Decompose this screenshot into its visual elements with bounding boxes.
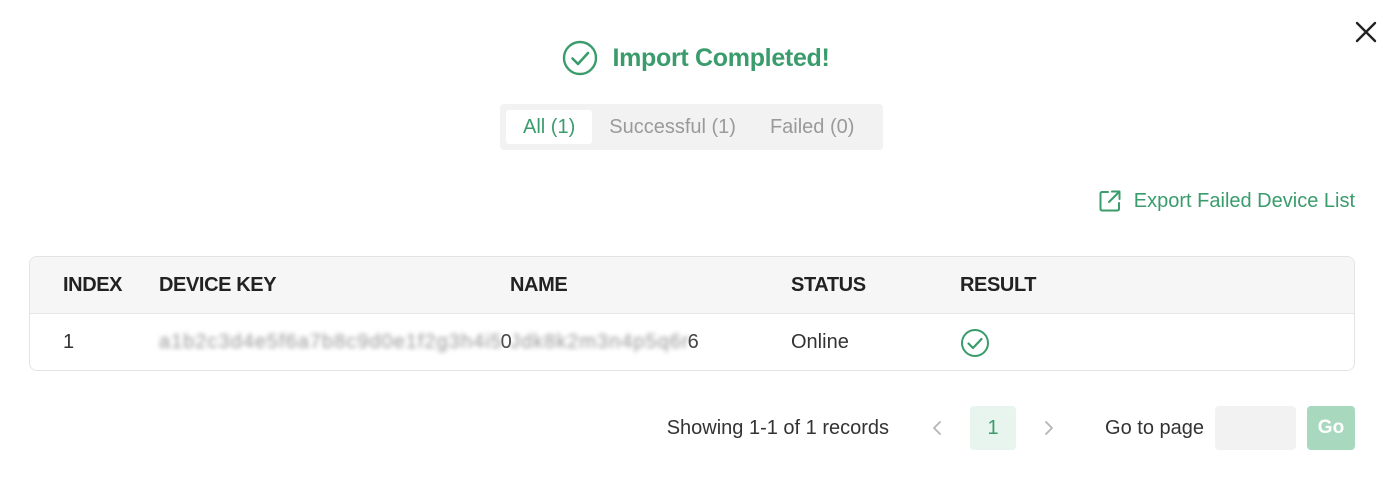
next-page-button[interactable] — [1029, 406, 1069, 450]
go-button[interactable]: Go — [1307, 406, 1355, 450]
cell-device-key: a1b2c3d4e5f6a7b8c9d0e1f2g3h4i5 0 — [159, 314, 512, 370]
export-link-label: Export Failed Device List — [1133, 189, 1355, 212]
check-circle-icon — [563, 40, 598, 76]
name-redacted: Jdk8k2m3n4p5q6r — [510, 331, 690, 353]
column-header-device-key: DEVICE KEY — [159, 273, 277, 296]
pagination: Showing 1-1 of 1 records 1 Go to page Go — [667, 406, 1355, 450]
cell-result — [960, 314, 990, 370]
column-header-index: INDEX — [63, 273, 123, 296]
go-to-page-label: Go to page — [1105, 416, 1204, 439]
tab-all[interactable]: All (1) — [506, 110, 593, 144]
go-to-page-input[interactable] — [1215, 406, 1296, 450]
export-failed-device-list-link[interactable]: Export Failed Device List — [1098, 186, 1355, 216]
result-filter-tabs: All (1) Successful (1) Failed (0) — [500, 104, 883, 150]
cell-status: Online — [791, 331, 849, 353]
column-header-result: RESULT — [960, 273, 1037, 296]
import-result-table: INDEX DEVICE KEY NAME STATUS RESULT 1 a1… — [29, 256, 1355, 371]
dialog-title: Import Completed! — [612, 43, 830, 72]
records-summary: Showing 1-1 of 1 records — [666, 416, 890, 439]
page-number-button[interactable]: 1 — [970, 406, 1017, 450]
device-key-redacted: a1b2c3d4e5f6a7b8c9d0e1f2g3h4i5 — [159, 331, 503, 353]
tab-successful[interactable]: Successful (1) — [592, 110, 753, 144]
dialog-header: Import Completed! — [0, 38, 1392, 78]
column-header-status: STATUS — [791, 273, 866, 296]
chevron-right-icon — [1045, 421, 1053, 435]
import-result-dialog: Import Completed! All (1) Successful (1)… — [0, 0, 1392, 484]
tab-failed[interactable]: Failed (0) — [753, 110, 871, 144]
cell-name: Jdk8k2m3n4p5q6r 6 — [510, 314, 699, 370]
column-header-name: NAME — [510, 273, 568, 296]
cell-index: 1 — [63, 331, 75, 353]
external-link-icon — [1099, 190, 1121, 212]
table-header: INDEX DEVICE KEY NAME STATUS RESULT — [30, 257, 1354, 314]
check-circle-icon — [961, 328, 989, 357]
chevron-left-icon — [933, 421, 941, 435]
prev-page-button[interactable] — [917, 406, 957, 450]
table-row: 1 a1b2c3d4e5f6a7b8c9d0e1f2g3h4i5 0 Jdk8k… — [30, 314, 1354, 370]
